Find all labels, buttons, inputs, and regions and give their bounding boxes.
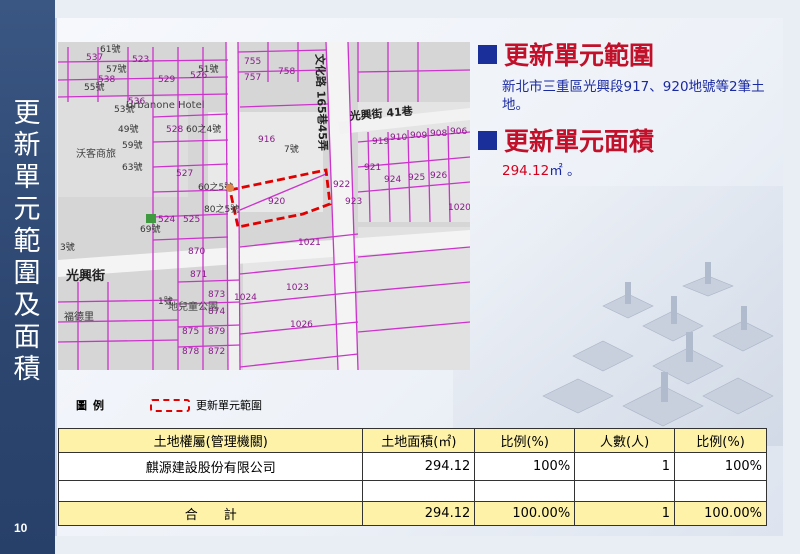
section1-description: 新北市三重區光興段917、920地號等2筆土地。 xyxy=(502,79,765,113)
parcel-label: 878 xyxy=(182,347,199,357)
map-village: 福德里 xyxy=(64,310,94,323)
map-street-main: 光興街 xyxy=(65,268,105,284)
parcel-label: 906 xyxy=(450,127,467,137)
section1-heading: 更新單元範圍 xyxy=(478,36,654,72)
map-legend: 圖例 更新單元範圍 xyxy=(76,397,262,413)
parcel-label: 872 xyxy=(208,347,225,357)
parcel-label: 528 xyxy=(166,125,183,135)
house-number: 61號 xyxy=(100,43,120,55)
table-header-row: 土地權屬(管理機關) 土地面積(㎡) 比例(%) 人數(人) 比例(%) xyxy=(57,428,767,453)
parcel-label: 909 xyxy=(410,131,427,141)
house-number: 69號 xyxy=(140,223,160,235)
table-total-row: 合 計 294.12 100.00% 1 100.00% xyxy=(57,501,767,526)
legend-item-label: 更新單元範圍 xyxy=(196,399,262,412)
parcel-label: 757 xyxy=(244,73,261,83)
parcel-label: 525 xyxy=(183,215,200,225)
table-row-empty xyxy=(57,480,767,502)
page-number: 10 xyxy=(14,521,28,535)
col-header-people-ratio: 比例(%) xyxy=(674,428,767,453)
parcel-label: 524 xyxy=(158,215,175,225)
parcel-label: 919 xyxy=(372,137,389,147)
parcel-label: 920 xyxy=(268,197,285,207)
cell-total-people-ratio: 100.00% xyxy=(674,501,767,526)
parcel-label: 1024 xyxy=(234,293,257,303)
parcel-label: 910 xyxy=(390,133,407,143)
section2-heading: 更新單元面積 xyxy=(478,122,654,158)
cell-owner: 麒源建設股份有限公司 xyxy=(57,452,364,481)
house-number: 57號 xyxy=(106,63,126,75)
house-number: 60之4號 xyxy=(186,123,221,135)
parcel-label: 1026 xyxy=(290,320,313,330)
house-number: 63號 xyxy=(122,161,142,173)
house-number: 53號 xyxy=(114,103,134,115)
cell-total-area: 294.12 xyxy=(362,501,476,526)
parcel-label: 908 xyxy=(430,129,447,139)
col-header-area-ratio: 比例(%) xyxy=(474,428,576,453)
parcel-label: 529 xyxy=(158,75,175,85)
ownership-table: 土地權屬(管理機關) 土地面積(㎡) 比例(%) 人數(人) 比例(%) 麒源建… xyxy=(57,428,767,526)
parcel-label: 1021 xyxy=(298,238,321,248)
house-number: 59號 xyxy=(122,139,142,151)
map-marker-icon xyxy=(146,214,156,223)
col-header-people: 人數(人) xyxy=(574,428,676,453)
parcel-label: 922 xyxy=(333,180,350,190)
col-header-area: 土地面積(㎡) xyxy=(362,428,476,453)
house-number: 1號 xyxy=(158,295,173,307)
map-shop: 沃客商旅 xyxy=(76,147,116,160)
cadastral-map: 光興街 光興街 41巷 文化路 165巷45弄 Urbanone Hotel 沃… xyxy=(58,42,470,370)
parcel-label: 924 xyxy=(384,175,401,185)
city-illustration xyxy=(453,186,783,446)
section1-title: 更新單元範圍 xyxy=(504,41,655,70)
parcel-label: 873 xyxy=(208,290,225,300)
bullet-square-icon xyxy=(478,130,497,150)
parcel-label: 1023 xyxy=(286,283,309,293)
parcel-label: 527 xyxy=(176,169,193,179)
bullet-square-icon xyxy=(478,44,497,64)
house-number: 7號 xyxy=(284,143,299,155)
cell-total-people: 1 xyxy=(574,501,676,526)
col-header-owner: 土地權屬(管理機關) xyxy=(57,428,364,453)
map-pin-icon xyxy=(226,184,234,192)
parcel-label: 875 xyxy=(182,327,199,337)
table-row: 麒源建設股份有限公司 294.12 100% 1 100% xyxy=(57,452,767,481)
parcel-label: 879 xyxy=(208,327,225,337)
house-number: 49號 xyxy=(118,123,138,135)
cell-total-label: 合 計 xyxy=(57,501,364,526)
house-number: 3號 xyxy=(60,241,75,253)
area-unit: ㎡ 。 xyxy=(549,163,581,179)
house-number: 55號 xyxy=(84,81,104,93)
side-band: 更新單元範圍及面積 10 xyxy=(0,0,55,554)
area-value: 294.12 xyxy=(502,163,550,179)
cell-area-ratio: 100% xyxy=(474,452,576,481)
cell-total-area-ratio: 100.00% xyxy=(474,501,576,526)
parcel-label: 758 xyxy=(278,67,295,77)
section2-title: 更新單元面積 xyxy=(504,127,655,156)
parcel-label: 755 xyxy=(244,57,261,67)
house-number: 51號 xyxy=(198,63,218,75)
parcel-label: 923 xyxy=(345,197,362,207)
cell-people: 1 xyxy=(574,452,676,481)
parcel-label: 523 xyxy=(132,55,149,65)
house-number: 80之5號 xyxy=(204,203,239,215)
parcel-label: 1020 xyxy=(448,203,470,213)
parcel-label: 921 xyxy=(364,163,381,173)
parcel-label: 871 xyxy=(190,270,207,280)
legend-title: 圖例 xyxy=(76,399,110,412)
cell-area: 294.12 xyxy=(362,452,476,481)
parcel-label: 925 xyxy=(408,173,425,183)
parcel-label: 916 xyxy=(258,135,275,145)
parcel-label: 874 xyxy=(208,307,225,317)
legend-dashed-boundary-icon xyxy=(150,398,190,412)
side-title: 更新單元範圍及面積 xyxy=(13,98,41,385)
section2-description: 294.12㎡ 。 xyxy=(502,162,581,180)
parcel-label: 926 xyxy=(430,171,447,181)
cell-people-ratio: 100% xyxy=(674,452,767,481)
parcel-label: 870 xyxy=(188,247,205,257)
